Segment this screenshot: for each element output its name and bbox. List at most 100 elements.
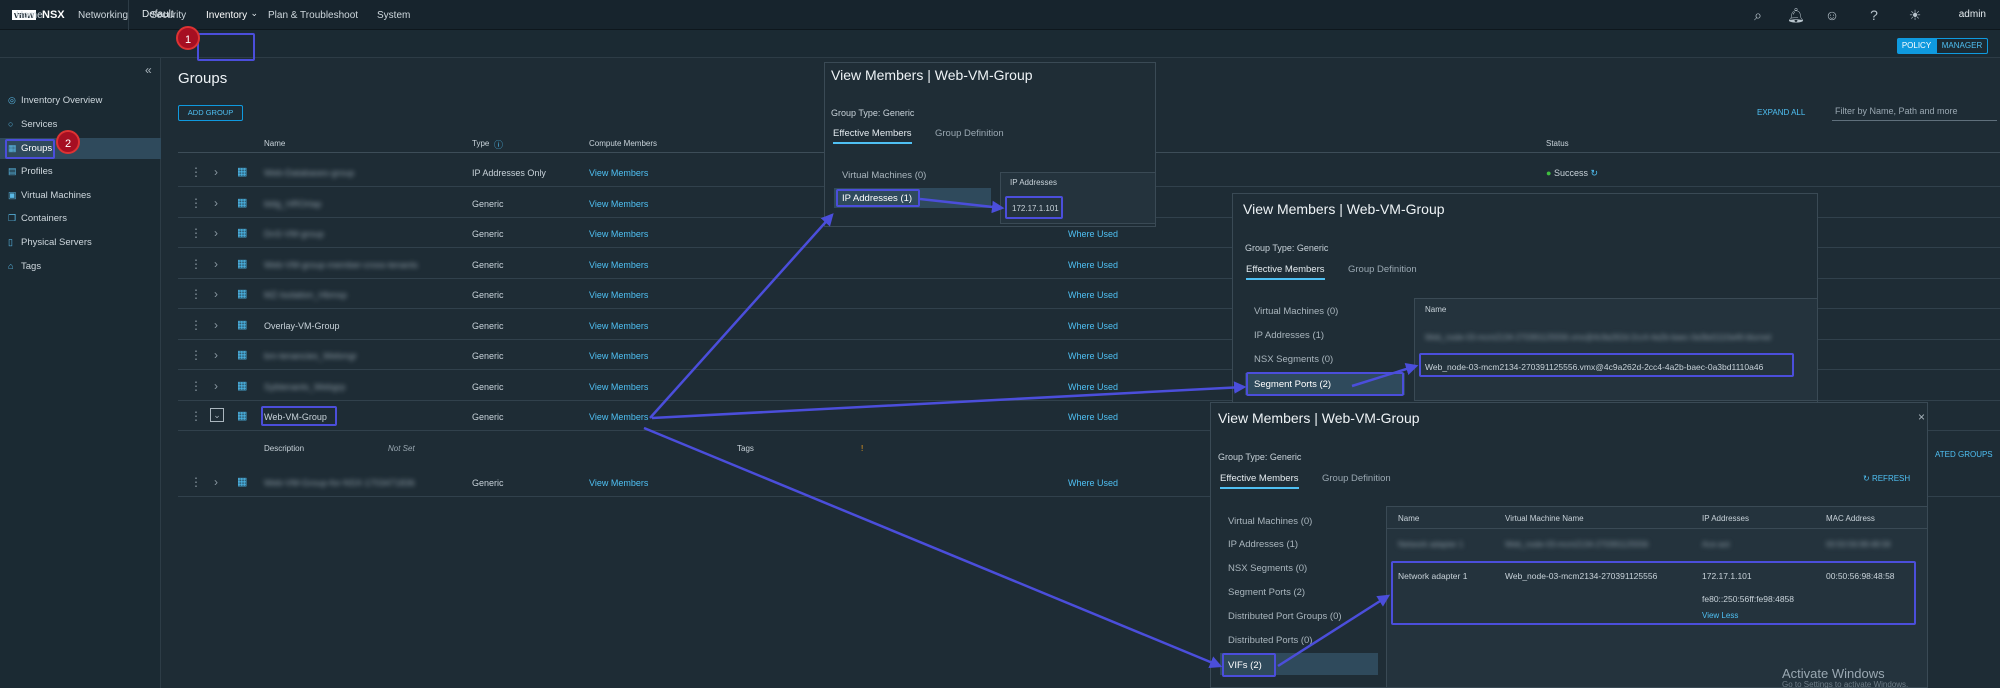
where-used-link[interactable]: Where Used <box>1068 478 1118 488</box>
menu-virtual-machines[interactable]: Virtual Machines (0) <box>1228 516 1312 527</box>
search-icon[interactable]: ⌕ <box>1750 7 1766 23</box>
col-status[interactable]: Status <box>1546 139 1569 148</box>
collapse-row-icon[interactable]: ⌄ <box>210 408 224 422</box>
menu-distributed-port-groups[interactable]: Distributed Port Groups (0) <box>1228 611 1342 622</box>
tab-group-definition[interactable]: Group Definition <box>1322 473 1391 484</box>
menu-vifs[interactable]: VIFs (2) <box>1228 660 1262 671</box>
related-groups-link[interactable]: ATED GROUPS <box>1935 450 1993 459</box>
group-icon: ▦ <box>237 288 248 300</box>
expand-all-link[interactable]: EXPAND ALL <box>1757 108 1805 117</box>
row-actions-icon[interactable]: ⋮ <box>190 318 202 332</box>
sun-icon[interactable]: ☀ <box>1907 7 1923 23</box>
help-icon[interactable]: ?⌄ <box>1866 7 1882 39</box>
policy-toggle[interactable]: POLICY <box>1897 38 1936 54</box>
where-used-link[interactable]: Where Used <box>1068 290 1118 300</box>
sidebar-item-services[interactable]: ○ Services <box>8 119 57 130</box>
filter-input[interactable]: Filter by Name, Path and more <box>1832 104 1997 121</box>
where-used-link[interactable]: Where Used <box>1068 351 1118 361</box>
where-used-link[interactable]: Where Used <box>1068 412 1118 422</box>
nav-plan-troubleshoot[interactable]: Plan & Troubleshoot <box>268 10 358 21</box>
expand-row-icon[interactable]: › <box>214 287 218 301</box>
menu-ip-addresses[interactable]: IP Addresses (1) <box>1228 539 1298 550</box>
expand-row-icon[interactable]: › <box>214 348 218 362</box>
nav-networking[interactable]: Networking <box>78 10 128 21</box>
where-used-link[interactable]: Where Used <box>1068 321 1118 331</box>
row-actions-icon[interactable]: ⋮ <box>190 226 202 240</box>
view-members-link[interactable]: View Members <box>589 382 648 392</box>
col-ip-addresses: IP Addresses <box>1010 178 1057 187</box>
menu-virtual-machines[interactable]: Virtual Machines (0) <box>1254 306 1338 317</box>
view-members-link[interactable]: View Members <box>589 351 648 361</box>
row-actions-icon[interactable]: ⋮ <box>190 475 202 489</box>
expand-row-icon[interactable]: › <box>214 196 218 210</box>
tab-effective-members[interactable]: Effective Members <box>833 128 912 144</box>
where-used-link[interactable]: Where Used <box>1068 260 1118 270</box>
tab-effective-members[interactable]: Effective Members <box>1246 264 1325 280</box>
collapse-sidebar-icon[interactable]: « <box>145 63 152 77</box>
col-compute-members[interactable]: Compute Members <box>589 139 657 148</box>
vif-vm-name: Web_node-03-mcm2134-270391125556 <box>1505 571 1658 581</box>
menu-nsx-segments[interactable]: NSX Segments (0) <box>1228 563 1307 574</box>
nav-system[interactable]: System <box>377 10 410 21</box>
row-actions-icon[interactable]: ⋮ <box>190 257 202 271</box>
tab-group-definition[interactable]: Group Definition <box>935 128 1004 139</box>
tab-group-definition[interactable]: Group Definition <box>1348 264 1417 275</box>
sidebar-item-tags[interactable]: ⌂ Tags <box>8 261 41 272</box>
view-members-link[interactable]: View Members <box>589 260 648 270</box>
expand-row-icon[interactable]: › <box>214 475 218 489</box>
refresh-label: REFRESH <box>1871 474 1911 483</box>
smiley-icon[interactable]: ☺ <box>1824 7 1840 23</box>
row-type: Generic <box>472 290 504 300</box>
nav-inventory[interactable]: Inventory <box>206 10 247 21</box>
info-icon[interactable]: ⓘ <box>494 138 503 151</box>
manager-toggle[interactable]: MANAGER <box>1936 38 1988 54</box>
sidebar-item-containers[interactable]: ❒ Containers <box>8 213 67 224</box>
group-icon: ▦ <box>237 197 248 209</box>
bell-icon[interactable]: 🔔︎ <box>1787 7 1805 23</box>
sidebar-item-inventory-overview[interactable]: ◎ Inventory Overview <box>8 95 102 106</box>
menu-virtual-machines[interactable]: Virtual Machines (0) <box>842 170 926 181</box>
view-members-link[interactable]: View Members <box>589 290 648 300</box>
view-members-link[interactable]: View Members <box>589 229 648 239</box>
view-members-link[interactable]: View Members <box>589 412 648 422</box>
view-members-link[interactable]: View Members <box>589 478 648 488</box>
close-icon[interactable]: × <box>1918 410 1925 424</box>
add-group-button[interactable]: ADD GROUP <box>178 105 243 121</box>
tab-effective-members[interactable]: Effective Members <box>1220 473 1299 489</box>
menu-distributed-ports[interactable]: Distributed Ports (0) <box>1228 635 1312 646</box>
row-actions-icon[interactable]: ⋮ <box>190 165 202 179</box>
where-used-link[interactable]: Where Used <box>1068 382 1118 392</box>
sidebar-item-virtual-machines[interactable]: ▣ Virtual Machines <box>8 190 91 201</box>
user-menu[interactable]: admin <box>1959 9 1986 20</box>
row-actions-icon[interactable]: ⋮ <box>190 409 202 423</box>
view-less-link[interactable]: View Less <box>1702 611 1738 620</box>
refresh-button[interactable]: ↻ REFRESH <box>1863 474 1910 483</box>
expand-row-icon[interactable]: › <box>214 226 218 240</box>
sidebar-item-physical-servers[interactable]: ▯ Physical Servers <box>8 237 92 248</box>
refresh-icon[interactable]: ↻ <box>1590 168 1598 178</box>
where-used-link[interactable]: Where Used <box>1068 229 1118 239</box>
expand-row-icon[interactable]: › <box>214 257 218 271</box>
view-members-link[interactable]: View Members <box>589 168 648 178</box>
menu-ip-addresses[interactable]: IP Addresses (1) <box>1254 330 1324 341</box>
segment-port-name: Web_node-03-mcm2134-270391125556.vmx@4c9… <box>1425 333 1771 342</box>
sidebar-item-profiles[interactable]: ▤ Profiles <box>8 166 53 177</box>
view-members-link[interactable]: View Members <box>589 199 648 209</box>
menu-segment-ports[interactable]: Segment Ports (2) <box>1254 379 1331 390</box>
menu-segment-ports[interactable]: Segment Ports (2) <box>1228 587 1305 598</box>
col-type[interactable]: Type <box>472 139 489 148</box>
nav-home[interactable]: Home <box>16 10 43 21</box>
row-actions-icon[interactable]: ⋮ <box>190 379 202 393</box>
menu-nsx-segments[interactable]: NSX Segments (0) <box>1254 354 1333 365</box>
nav-security[interactable]: Security <box>150 10 186 21</box>
expand-row-icon[interactable]: › <box>214 318 218 332</box>
expand-row-icon[interactable]: › <box>214 379 218 393</box>
col-name[interactable]: Name <box>264 139 285 148</box>
row-type: Generic <box>472 321 504 331</box>
row-actions-icon[interactable]: ⋮ <box>190 196 202 210</box>
row-actions-icon[interactable]: ⋮ <box>190 287 202 301</box>
menu-ip-addresses[interactable]: IP Addresses (1) <box>842 193 912 204</box>
view-members-link[interactable]: View Members <box>589 321 648 331</box>
expand-row-icon[interactable]: › <box>214 165 218 179</box>
row-actions-icon[interactable]: ⋮ <box>190 348 202 362</box>
